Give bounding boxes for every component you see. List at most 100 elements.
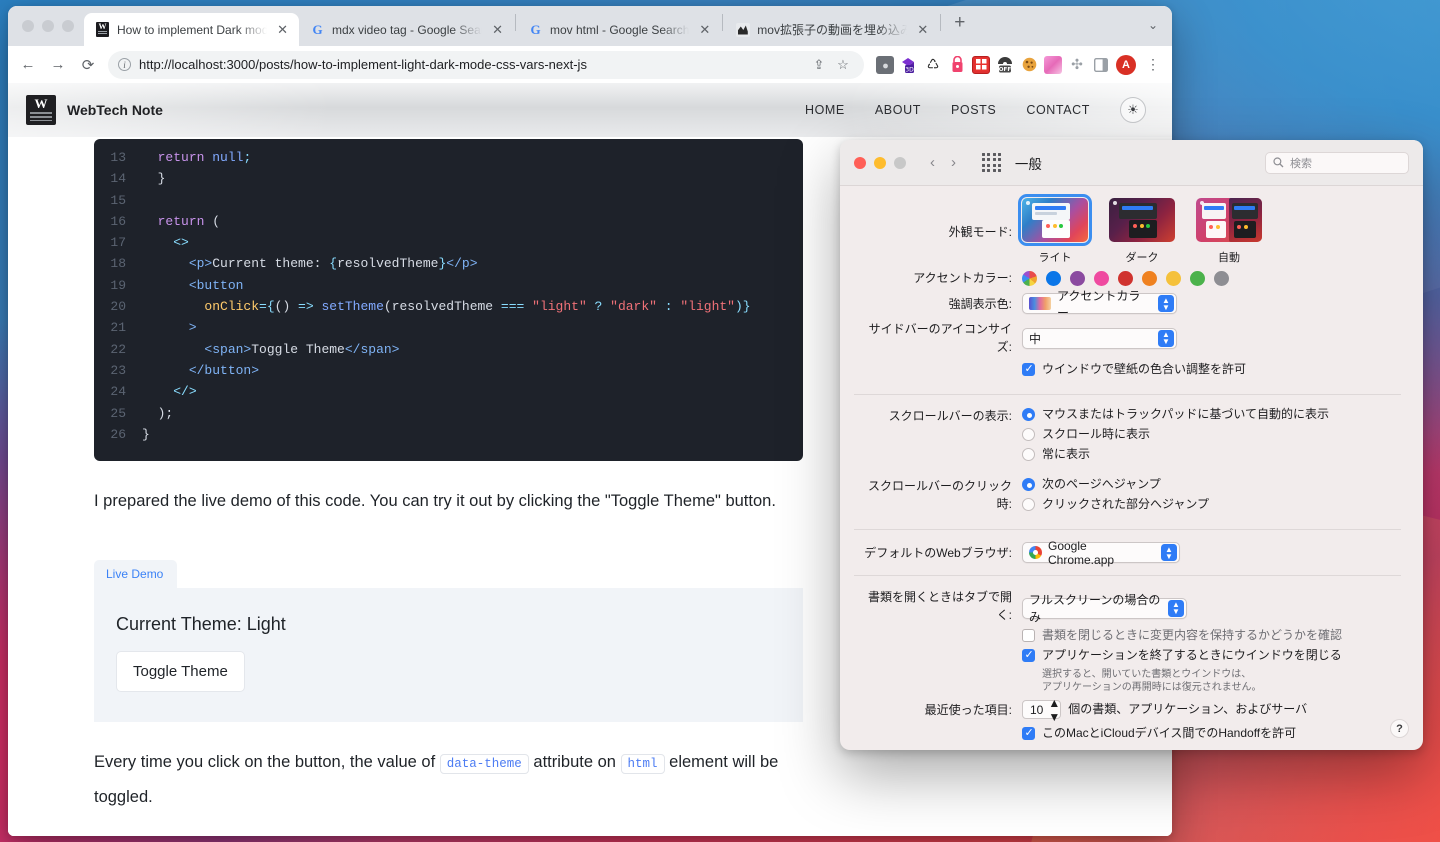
- code-line-number: 19: [110, 277, 126, 293]
- wallpaper-tint-row[interactable]: ウインドウで壁紙の色合い調整を許可: [1022, 362, 1401, 377]
- chevron-right-icon[interactable]: ›: [951, 154, 956, 171]
- forward-button[interactable]: →: [44, 51, 72, 79]
- accent-swatch-1[interactable]: [1046, 271, 1061, 286]
- browser-tab-4[interactable]: mov拡張子の動画を埋め込み再生す ✕: [724, 13, 939, 46]
- paragraph-intro: I prepared the live demo of this code. Y…: [94, 492, 776, 510]
- nav-item-about[interactable]: ABOUT: [875, 103, 921, 117]
- radio-show-when-scrolling[interactable]: [1022, 428, 1035, 441]
- ask-keep-changes-checkbox[interactable]: [1022, 629, 1035, 642]
- chrome-menu-button[interactable]: ⋮: [1142, 56, 1164, 73]
- camera-icon[interactable]: [876, 55, 894, 74]
- prefs-close-button[interactable]: [854, 156, 866, 169]
- stepper-icon[interactable]: ▲ ▼: [1048, 696, 1060, 724]
- grid-icon[interactable]: [982, 153, 1001, 172]
- wallpaper-tint-label: ウインドウで壁紙の色合い調整を許可: [1042, 362, 1247, 376]
- stepper-icon[interactable]: ▲ ▼: [1158, 295, 1174, 312]
- cookie-icon[interactable]: [1020, 56, 1038, 74]
- close-window-button[interactable]: [22, 20, 34, 32]
- recycle-icon[interactable]: ♺: [924, 56, 942, 74]
- scrollbar-show-option-2[interactable]: スクロール時に表示: [1022, 427, 1401, 442]
- close-windows-on-quit-row[interactable]: アプリケーションを終了するときにウインドウを閉じる: [1022, 648, 1401, 663]
- off-toggle-icon[interactable]: OFF: [996, 56, 1014, 74]
- nav-item-contact[interactable]: CONTACT: [1026, 103, 1090, 117]
- pink-square-icon[interactable]: [1044, 55, 1062, 74]
- scrollbar-show-option-3[interactable]: 常に表示: [1022, 447, 1401, 462]
- scrollbar-show-option-1[interactable]: マウスまたはトラックパッドに基づいて自動的に表示: [1022, 407, 1401, 422]
- prefs-zoom-button[interactable]: [894, 156, 906, 169]
- browser-tab-1[interactable]: How to implement Dark mode w ✕: [84, 13, 299, 46]
- accent-swatch-7[interactable]: [1190, 271, 1205, 286]
- stepper-icon[interactable]: ▲ ▼: [1161, 544, 1177, 561]
- toggle-theme-button[interactable]: Toggle Theme: [116, 651, 245, 692]
- close-tab-button[interactable]: ✕: [696, 21, 713, 38]
- accent-swatch-4[interactable]: [1118, 271, 1133, 286]
- accent-swatch-0[interactable]: [1022, 271, 1037, 286]
- site-brand[interactable]: WebTech Note: [26, 95, 163, 125]
- tab-live-demo[interactable]: Live Demo: [94, 560, 178, 588]
- stepper-icon[interactable]: ▲ ▼: [1168, 599, 1184, 617]
- scrollbar-click-option-1[interactable]: 次のページへジャンプ: [1022, 477, 1401, 492]
- close-windows-on-quit-checkbox[interactable]: [1022, 649, 1035, 662]
- appearance-option-auto[interactable]: 自動: [1196, 198, 1262, 265]
- window-traffic-lights[interactable]: [18, 6, 84, 46]
- handoff-checkbox[interactable]: [1022, 727, 1035, 740]
- close-tab-button[interactable]: ✕: [914, 21, 931, 38]
- site-info-icon[interactable]: i: [118, 58, 131, 71]
- radio-auto-show[interactable]: [1022, 408, 1035, 421]
- close-tab-button[interactable]: ✕: [489, 21, 506, 38]
- maximize-window-button[interactable]: [62, 20, 74, 32]
- radio-always-show[interactable]: [1022, 448, 1035, 461]
- new-tab-button[interactable]: +: [942, 12, 975, 40]
- scrollbar-click-option-2[interactable]: クリックされた部分へジャンプ: [1022, 497, 1401, 512]
- appearance-option-light[interactable]: ライト: [1018, 194, 1092, 265]
- back-button[interactable]: ←: [14, 51, 42, 79]
- appearance-option-dark[interactable]: ダーク: [1109, 198, 1175, 265]
- accent-swatch-2[interactable]: [1070, 271, 1085, 286]
- prefs-title: 一般: [1014, 156, 1042, 172]
- accent-swatch-3[interactable]: [1094, 271, 1109, 286]
- reload-button[interactable]: ⟳: [74, 51, 102, 79]
- accent-swatch-6[interactable]: [1166, 271, 1181, 286]
- divider-1: [854, 394, 1401, 395]
- code-line-number: 24: [110, 384, 126, 400]
- radio-jump-to-spot[interactable]: [1022, 498, 1035, 511]
- sun-icon[interactable]: ☀: [1120, 97, 1146, 123]
- bookmark-star-icon[interactable]: ☆: [832, 57, 854, 73]
- 3d-purple-icon[interactable]: 3D: [900, 56, 918, 74]
- address-bar[interactable]: i http://localhost:3000/posts/how-to-imp…: [108, 50, 864, 79]
- sidebar-icon-size-select[interactable]: 中 ▲ ▼: [1022, 327, 1177, 349]
- handoff-row[interactable]: このMacとiCloudデバイス間でのHandoffを許可: [1022, 726, 1401, 741]
- browser-toolbar: ← → ⟳ i http://localhost:3000/posts/how-…: [8, 46, 1172, 83]
- close-tab-button[interactable]: ✕: [274, 21, 291, 38]
- red-grid-icon[interactable]: [972, 55, 990, 74]
- radio-jump-next-page[interactable]: [1022, 478, 1035, 491]
- minimize-window-button[interactable]: [42, 20, 54, 32]
- code-line: 17 <>: [94, 232, 803, 253]
- chrome-icon: [1029, 546, 1042, 559]
- prefs-traffic-lights[interactable]: [854, 156, 906, 169]
- prefs-minimize-button[interactable]: [874, 156, 886, 169]
- default-browser-select[interactable]: Google Chrome.app ▲ ▼: [1022, 539, 1180, 567]
- profile-avatar[interactable]: A: [1116, 54, 1136, 75]
- docs-in-tabs-select[interactable]: フルスクリーンの場合のみ ▲ ▼: [1022, 593, 1187, 624]
- nav-item-home[interactable]: HOME: [805, 103, 845, 117]
- side-panel-icon[interactable]: [1092, 56, 1110, 74]
- code-line: 14 }: [94, 168, 803, 189]
- chevron-left-icon[interactable]: ‹: [930, 154, 935, 171]
- nav-item-posts[interactable]: POSTS: [951, 103, 996, 117]
- help-button[interactable]: ?: [1390, 719, 1409, 738]
- tab-search-chevron-down-icon[interactable]: ⌄: [1148, 18, 1158, 32]
- browser-tab-2[interactable]: G mdx video tag - Google Search ✕: [299, 13, 514, 46]
- highlight-color-select[interactable]: アクセントカラー ▲ ▼: [1022, 289, 1177, 320]
- puzzle-icon[interactable]: ✣: [1068, 56, 1086, 74]
- stepper-icon[interactable]: ▲ ▼: [1158, 329, 1174, 347]
- prefs-search-input[interactable]: 検索: [1265, 151, 1409, 174]
- ask-keep-changes-row[interactable]: 書類を閉じるときに変更内容を保持するかどうかを確認: [1022, 628, 1401, 643]
- lock-pink-icon[interactable]: [948, 56, 966, 74]
- accent-swatch-8[interactable]: [1214, 271, 1229, 286]
- share-icon[interactable]: ⇪: [808, 57, 830, 73]
- browser-tab-3[interactable]: G mov html - Google Search ✕: [517, 13, 721, 46]
- wallpaper-tint-checkbox[interactable]: [1022, 363, 1035, 376]
- accent-swatch-5[interactable]: [1142, 271, 1157, 286]
- recent-items-stepper[interactable]: 10 ▲ ▼: [1022, 696, 1062, 724]
